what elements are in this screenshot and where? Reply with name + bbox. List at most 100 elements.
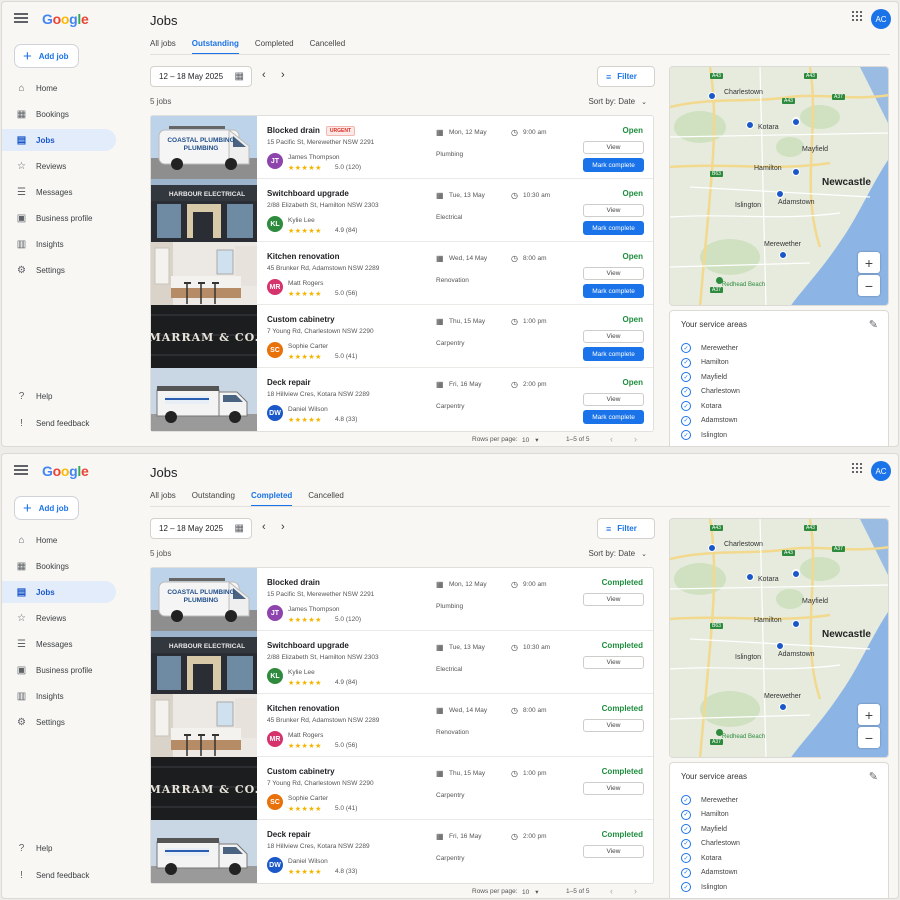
- apps-grid-icon[interactable]: [852, 11, 862, 21]
- sidebar-item-jobs[interactable]: ▤ Jobs: [2, 129, 116, 151]
- service-map[interactable]: Charlestown Kotara Mayfield Hamilton Newcast…: [669, 518, 889, 758]
- add-job-button[interactable]: + Add job: [14, 496, 79, 520]
- rows-per-page-select[interactable]: 10 ▾: [522, 436, 539, 444]
- service-map[interactable]: Charlestown Kotara Mayfield Hamilton Newcast…: [669, 66, 889, 306]
- view-button[interactable]: View: [583, 593, 644, 606]
- tab-outstanding[interactable]: Outstanding: [191, 39, 240, 55]
- edit-icon[interactable]: ✎: [869, 770, 878, 783]
- job-row[interactable]: HARBOUR ELECTRICAL Switchboard upgrade 2…: [151, 631, 653, 694]
- mark-complete-button[interactable]: Mark complete: [583, 410, 644, 424]
- next-page-icon[interactable]: ›: [634, 434, 637, 444]
- next-week-icon[interactable]: ›: [281, 69, 285, 81]
- job-row[interactable]: Deck repair 18 Hillview Cres, Kotara NSW…: [151, 820, 653, 883]
- job-row[interactable]: HARBOUR ELECTRICAL Switchboard upgrade 2…: [151, 179, 653, 242]
- zoom-in-button[interactable]: +: [858, 704, 880, 725]
- view-button[interactable]: View: [583, 845, 644, 858]
- view-button[interactable]: View: [583, 719, 644, 732]
- service-areas-card: Your service areas ✎ ✓ Merewether ✓ Hamilton…: [669, 762, 889, 898]
- job-row[interactable]: Deck repair 18 Hillview Cres, Kotara NSW…: [151, 368, 653, 431]
- sidebar-item-send-feedback[interactable]: ! Send feedback: [2, 412, 116, 434]
- apps-grid-icon[interactable]: [852, 463, 862, 473]
- map-label: Newcastle: [822, 629, 871, 640]
- sidebar-item-settings[interactable]: ⚙ Settings: [2, 711, 116, 733]
- service-area-item: ✓ Merewether: [681, 793, 738, 807]
- sidebar-item-insights[interactable]: ▥ Insights: [2, 233, 116, 255]
- view-button[interactable]: View: [583, 782, 644, 795]
- sidebar-item-messages[interactable]: ☰ Messages: [2, 633, 116, 655]
- menu-icon[interactable]: [14, 465, 28, 475]
- tab-cancelled[interactable]: Cancelled: [310, 39, 346, 53]
- sidebar-item-help[interactable]: ? Help: [2, 385, 116, 407]
- menu-icon[interactable]: [14, 13, 28, 23]
- sidebar-item-home[interactable]: ⌂ Home: [2, 529, 116, 551]
- sidebar-item-send-feedback[interactable]: ! Send feedback: [2, 864, 116, 886]
- prev-page-icon[interactable]: ‹: [610, 434, 613, 444]
- location-pin[interactable]: [776, 190, 784, 198]
- location-pin[interactable]: [776, 642, 784, 650]
- filter-button[interactable]: ≡ Filter: [597, 66, 655, 87]
- zoom-out-button[interactable]: −: [858, 727, 880, 748]
- job-row[interactable]: COASTAL PLUMBING PLUMBING Blocked drain UR…: [151, 116, 653, 179]
- mark-complete-button[interactable]: Mark complete: [583, 347, 644, 361]
- rows-per-page-select[interactable]: 10 ▾: [522, 888, 539, 896]
- mark-complete-button[interactable]: Mark complete: [583, 221, 644, 235]
- mark-complete-button[interactable]: Mark complete: [583, 158, 644, 172]
- job-row[interactable]: COASTAL PLUMBING PLUMBING Blocked drain 1…: [151, 568, 653, 631]
- job-row[interactable]: Kitchen renovation 45 Brunker Rd, Adamst…: [151, 694, 653, 757]
- sidebar-item-business-profile[interactable]: ▣ Business profile: [2, 659, 116, 681]
- location-pin[interactable]: [779, 703, 787, 711]
- sidebar-item-reviews[interactable]: ☆ Reviews: [2, 155, 116, 177]
- sidebar-item-settings[interactable]: ⚙ Settings: [2, 259, 116, 281]
- tab-outstanding[interactable]: Outstanding: [192, 491, 235, 505]
- account-avatar[interactable]: AC: [871, 461, 891, 481]
- zoom-out-button[interactable]: −: [858, 275, 880, 296]
- location-pin[interactable]: [792, 118, 800, 126]
- date-range-picker[interactable]: 12 – 18 May 2025 ▦: [150, 66, 252, 87]
- prev-week-icon[interactable]: ‹: [262, 69, 266, 81]
- location-pin[interactable]: [792, 570, 800, 578]
- job-row[interactable]: MARRAM & CO. Custom cabinetry 7 Young Rd…: [151, 757, 653, 820]
- sidebar-item-help[interactable]: ? Help: [2, 837, 116, 859]
- prev-page-icon[interactable]: ‹: [610, 886, 613, 896]
- next-page-icon[interactable]: ›: [634, 886, 637, 896]
- sidebar-item-bookings[interactable]: ▦ Bookings: [2, 555, 116, 577]
- view-button[interactable]: View: [583, 141, 644, 154]
- tab-cancelled[interactable]: Cancelled: [308, 491, 344, 505]
- job-row[interactable]: MARRAM & CO. Custom cabinetry 7 Young Rd…: [151, 305, 653, 368]
- view-button[interactable]: View: [583, 656, 644, 669]
- location-pin[interactable]: [779, 251, 787, 259]
- mark-complete-button[interactable]: Mark complete: [583, 284, 644, 298]
- view-button[interactable]: View: [583, 393, 644, 406]
- view-button[interactable]: View: [583, 204, 644, 217]
- location-pin[interactable]: [792, 620, 800, 628]
- account-avatar[interactable]: AC: [871, 9, 891, 29]
- tab-completed[interactable]: Completed: [255, 39, 294, 53]
- sidebar-item-messages[interactable]: ☰ Messages: [2, 181, 116, 203]
- tab-completed[interactable]: Completed: [250, 491, 293, 507]
- location-pin[interactable]: [746, 573, 754, 581]
- sort-dropdown[interactable]: Sort by: Date ⌄: [588, 97, 647, 106]
- sidebar-item-insights[interactable]: ▥ Insights: [2, 685, 116, 707]
- tab-all-jobs[interactable]: All jobs: [150, 39, 176, 53]
- sidebar-item-home[interactable]: ⌂ Home: [2, 77, 116, 99]
- location-pin[interactable]: [708, 544, 716, 552]
- prev-week-icon[interactable]: ‹: [262, 521, 266, 533]
- date-range-picker[interactable]: 12 – 18 May 2025 ▦: [150, 518, 252, 539]
- filter-button[interactable]: ≡ Filter: [597, 518, 655, 539]
- zoom-in-button[interactable]: +: [858, 252, 880, 273]
- sidebar-item-reviews[interactable]: ☆ Reviews: [2, 607, 116, 629]
- add-job-button[interactable]: + Add job: [14, 44, 79, 68]
- sidebar-item-jobs[interactable]: ▤ Jobs: [2, 581, 116, 603]
- job-row[interactable]: Kitchen renovation 45 Brunker Rd, Adamst…: [151, 242, 653, 305]
- view-button[interactable]: View: [583, 267, 644, 280]
- location-pin[interactable]: [708, 92, 716, 100]
- next-week-icon[interactable]: ›: [281, 521, 285, 533]
- edit-icon[interactable]: ✎: [869, 318, 878, 331]
- view-button[interactable]: View: [583, 330, 644, 343]
- location-pin[interactable]: [792, 168, 800, 176]
- tab-all-jobs[interactable]: All jobs: [150, 491, 176, 505]
- sidebar-item-business-profile[interactable]: ▣ Business profile: [2, 207, 116, 229]
- location-pin[interactable]: [746, 121, 754, 129]
- sidebar-item-bookings[interactable]: ▦ Bookings: [2, 103, 116, 125]
- sort-dropdown[interactable]: Sort by: Date ⌄: [588, 549, 647, 558]
